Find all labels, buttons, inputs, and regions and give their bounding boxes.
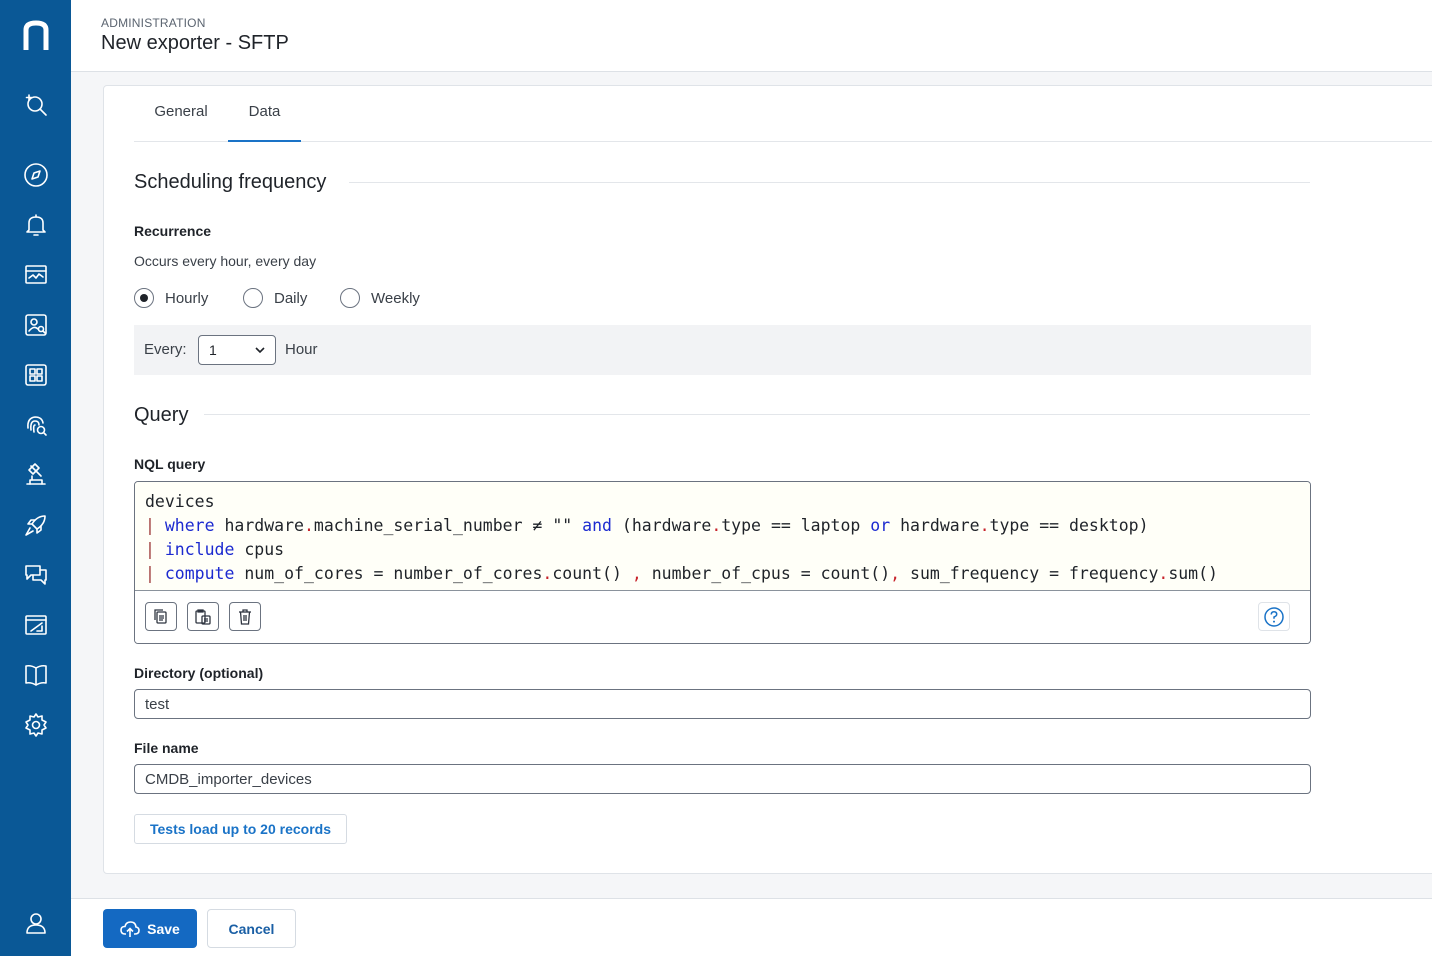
copy-button[interactable] <box>145 602 177 631</box>
save-label: Save <box>147 920 180 937</box>
radio-label: Hourly <box>165 289 209 307</box>
scheduling-section-title: Scheduling frequency <box>134 171 327 193</box>
fingerprint-search-icon[interactable] <box>21 410 51 440</box>
logo-n-icon <box>23 20 48 50</box>
tab-data[interactable]: Data <box>228 86 301 142</box>
radio-circle <box>134 288 154 308</box>
code-line: | compute num_of_cores = number_of_cores… <box>145 564 1218 583</box>
tab-general[interactable]: General <box>154 86 208 142</box>
query-section-title: Query <box>134 404 189 426</box>
design-icon[interactable] <box>21 610 51 640</box>
test-load-button[interactable]: Tests load up to 20 records <box>134 814 347 844</box>
every-select[interactable]: 1 <box>198 335 276 365</box>
chat-icon[interactable] <box>21 560 51 590</box>
nql-query-editor[interactable]: devices | where hardware.machine_serial_n… <box>134 481 1311 644</box>
rocket-icon[interactable] <box>21 510 51 540</box>
paste-icon <box>195 608 211 625</box>
chevron-down-icon <box>255 347 265 354</box>
paste-button[interactable] <box>187 602 219 631</box>
cancel-button[interactable]: Cancel <box>207 909 296 948</box>
nql-code-area[interactable]: devices | where hardware.machine_serial_n… <box>135 482 1310 590</box>
sidebar <box>0 0 71 956</box>
cloud-upload-icon <box>120 920 140 937</box>
search-sparkle-icon[interactable] <box>21 90 51 120</box>
page-title: New exporter - SFTP <box>101 32 289 54</box>
file-name-label: File name <box>134 740 199 756</box>
user-search-icon[interactable] <box>21 310 51 340</box>
radio-circle <box>340 288 360 308</box>
help-button[interactable] <box>1258 602 1290 631</box>
directory-value: test <box>145 696 170 713</box>
tab-bar: General Data <box>134 86 1432 142</box>
directory-label: Directory (optional) <box>134 665 264 681</box>
compass-icon[interactable] <box>21 160 51 190</box>
nql-query-label: NQL query <box>134 456 206 472</box>
recurrence-label: Recurrence <box>134 223 212 239</box>
investigation-icon[interactable] <box>21 460 51 490</box>
every-unit: Hour <box>285 341 318 358</box>
copy-icon <box>154 608 167 624</box>
page-header: ADMINISTRATION New exporter - SFTP <box>71 0 1432 72</box>
radio-circle <box>243 288 263 308</box>
editor-toolbar <box>135 590 1310 643</box>
help-icon <box>1264 606 1284 627</box>
form-footer: Save Cancel <box>71 898 1432 956</box>
monitor-chart-icon[interactable] <box>21 260 51 290</box>
exporter-form-panel: General Data Scheduling frequency Recurr… <box>103 85 1432 874</box>
app-logo[interactable] <box>0 0 71 72</box>
breadcrumb[interactable]: ADMINISTRATION <box>101 16 206 30</box>
section-divider <box>204 414 1310 415</box>
radio-hourly[interactable]: Hourly <box>134 288 208 308</box>
radio-label: Daily <box>274 289 308 307</box>
clear-button[interactable] <box>229 602 261 631</box>
radio-label: Weekly <box>371 289 420 307</box>
trash-icon <box>239 608 251 625</box>
code-line: | where hardware.machine_serial_number ≠… <box>145 516 1149 535</box>
directory-field[interactable]: test <box>134 689 1311 719</box>
code-line: devices <box>145 492 215 511</box>
save-button[interactable]: Save <box>103 909 197 948</box>
file-name-field[interactable]: CMDB_importer_devices <box>134 764 1311 794</box>
every-select-value: 1 <box>209 342 217 358</box>
gear-icon[interactable] <box>21 710 51 740</box>
section-divider <box>349 182 1310 183</box>
every-label: Every: <box>144 341 187 358</box>
dashboard-grid-icon[interactable] <box>21 360 51 390</box>
bell-icon[interactable] <box>21 210 51 240</box>
file-name-value: CMDB_importer_devices <box>145 771 312 788</box>
recurrence-summary: Occurs every hour, every day <box>134 253 317 269</box>
every-row: Every: 1 Hour <box>134 325 1311 375</box>
user-icon[interactable] <box>21 908 51 938</box>
book-icon[interactable] <box>21 660 51 690</box>
radio-weekly[interactable]: Weekly <box>340 288 420 308</box>
code-line: | include cpus <box>145 540 285 559</box>
radio-selected-dot <box>140 294 148 302</box>
radio-daily[interactable]: Daily <box>243 288 307 308</box>
